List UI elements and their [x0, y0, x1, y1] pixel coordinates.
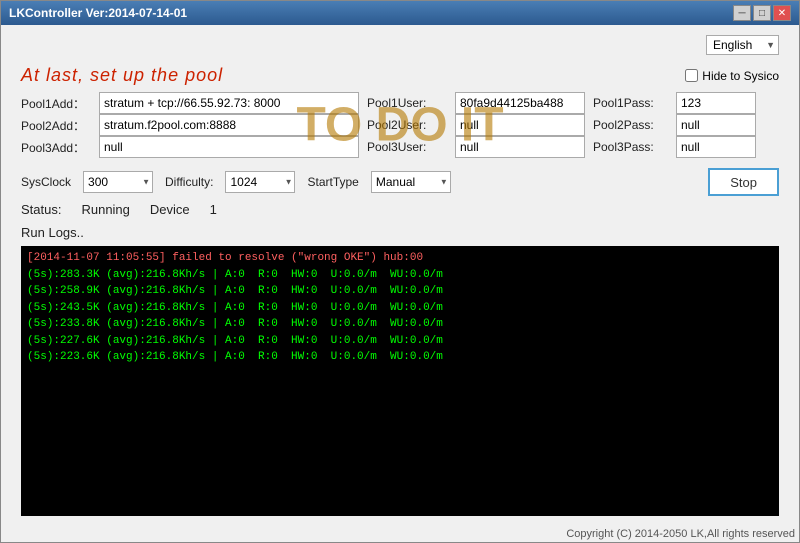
hide-sysico-row: Hide to Sysico	[685, 69, 779, 83]
top-row: English Chinese	[21, 35, 779, 55]
pool2-pass-label: Pool2Pass:	[593, 118, 668, 132]
maximize-button[interactable]: □	[753, 5, 771, 21]
stop-button[interactable]: Stop	[708, 168, 779, 196]
pool1-row: Pool1Add： Pool1User: Pool1Pass:	[21, 92, 779, 114]
device-value: 1	[210, 202, 217, 217]
heading-row: At last, set up the pool Hide to Sysico	[21, 65, 779, 86]
pool1-user-input[interactable]	[455, 92, 585, 114]
starttype-select[interactable]: Manual Auto	[371, 171, 451, 193]
pool1-pass-input[interactable]	[676, 92, 756, 114]
pool3-user-label: Pool3User:	[367, 140, 447, 154]
pool2-row: Pool2Add： Pool2User: Pool2Pass:	[21, 114, 779, 136]
difficulty-wrapper: 1024 2048 512	[225, 171, 295, 193]
status-label: Status:	[21, 202, 61, 217]
log-line: (5s):227.6K (avg):216.8Kh/s | A:0 R:0 HW…	[27, 333, 773, 350]
main-content: English Chinese At last, set up the pool…	[1, 25, 799, 526]
pool3-pass-input[interactable]	[676, 136, 756, 158]
main-window: LKController Ver:2014-07-14-01 ─ □ ✕ Eng…	[0, 0, 800, 543]
window-title: LKController Ver:2014-07-14-01	[9, 6, 187, 20]
log-line: [2014-11-07 11:05:55] failed to resolve …	[27, 250, 773, 267]
log-terminal: [2014-11-07 11:05:55] failed to resolve …	[21, 246, 779, 516]
pool2-add-input[interactable]	[99, 114, 359, 136]
hide-sysico-checkbox[interactable]	[685, 69, 698, 82]
pool3-add-label: Pool3Add：	[21, 139, 91, 156]
language-wrapper: English Chinese	[706, 35, 779, 55]
pool3-user-input[interactable]	[455, 136, 585, 158]
title-bar: LKController Ver:2014-07-14-01 ─ □ ✕	[1, 1, 799, 25]
main-heading: At last, set up the pool	[21, 65, 223, 86]
pool1-add-input[interactable]	[99, 92, 359, 114]
log-line: (5s):233.8K (avg):216.8Kh/s | A:0 R:0 HW…	[27, 316, 773, 333]
copyright-text: Copyright (C) 2014-2050 LK,All rights re…	[566, 528, 795, 540]
device-label: Device	[150, 202, 190, 217]
pool2-user-input[interactable]	[455, 114, 585, 136]
pool2-add-label: Pool2Add：	[21, 117, 91, 134]
pool1-add-label: Pool1Add：	[21, 95, 91, 112]
close-button[interactable]: ✕	[773, 5, 791, 21]
sysclock-label: SysClock	[21, 175, 71, 189]
sysclock-select[interactable]: 300 400 500	[83, 171, 153, 193]
run-logs-label: Run Logs..	[21, 225, 779, 240]
pool1-user-label: Pool1User:	[367, 96, 447, 110]
pool2-pass-input[interactable]	[676, 114, 756, 136]
sysclock-wrapper: 300 400 500	[83, 171, 153, 193]
copyright-row: Copyright (C) 2014-2050 LK,All rights re…	[1, 526, 799, 542]
log-line: (5s):258.9K (avg):216.8Kh/s | A:0 R:0 HW…	[27, 283, 773, 300]
pool1-pass-label: Pool1Pass:	[593, 96, 668, 110]
log-line: (5s):243.5K (avg):216.8Kh/s | A:0 R:0 HW…	[27, 300, 773, 317]
pool-forms: TO DO IT Pool1Add： Pool1User: Pool1Pass:…	[21, 92, 779, 158]
difficulty-label: Difficulty:	[165, 175, 213, 189]
hide-sysico-label: Hide to Sysico	[702, 69, 779, 83]
pool3-add-input[interactable]	[99, 136, 359, 158]
pool3-row: Pool3Add： Pool3User: Pool3Pass:	[21, 136, 779, 158]
log-line: (5s):283.3K (avg):216.8Kh/s | A:0 R:0 HW…	[27, 267, 773, 284]
log-line: (5s):223.6K (avg):216.8Kh/s | A:0 R:0 HW…	[27, 349, 773, 366]
starttype-label: StartType	[307, 175, 358, 189]
window-controls: ─ □ ✕	[733, 5, 791, 21]
pool3-pass-label: Pool3Pass:	[593, 140, 668, 154]
language-select[interactable]: English Chinese	[706, 35, 779, 55]
starttype-wrapper: Manual Auto	[371, 171, 451, 193]
difficulty-select[interactable]: 1024 2048 512	[225, 171, 295, 193]
pool2-user-label: Pool2User:	[367, 118, 447, 132]
status-value: Running	[81, 202, 129, 217]
status-row: Status: Running Device 1	[21, 202, 779, 217]
controls-row: SysClock 300 400 500 Difficulty: 1024 20…	[21, 168, 779, 196]
minimize-button[interactable]: ─	[733, 5, 751, 21]
